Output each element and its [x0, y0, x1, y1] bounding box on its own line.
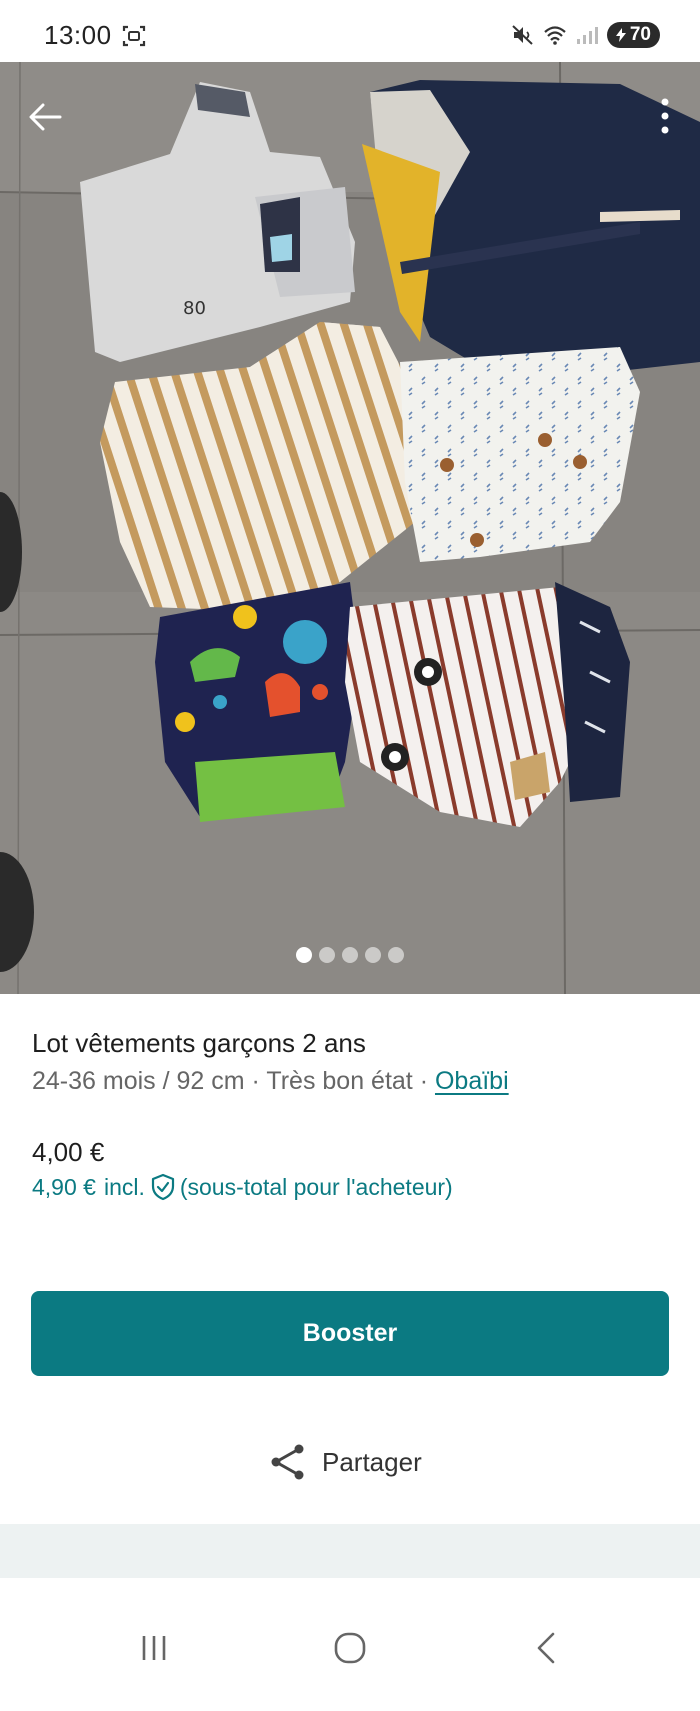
share-icon: [271, 1444, 304, 1480]
carousel-indicator: [0, 947, 700, 963]
incl-label: incl.: [103, 1173, 145, 1200]
price-incl-value: 4,90 €: [32, 1173, 96, 1200]
listing-meta: 24-36 mois / 92 cm · Très bon état · Oba…: [32, 1067, 509, 1096]
system-nav-bar: [0, 1578, 700, 1711]
recent-apps-button[interactable]: [124, 1628, 184, 1668]
charging-icon: [615, 28, 626, 42]
listing-price: 4,00 €: [32, 1137, 105, 1167]
signal-icon: [576, 27, 598, 44]
more-vertical-icon: [661, 98, 669, 134]
status-bar: 13:00 70: [0, 0, 700, 62]
battery-icon: 70: [606, 22, 660, 48]
back-button[interactable]: [22, 94, 68, 140]
product-photo-carousel[interactable]: 80: [0, 62, 700, 994]
buyer-protection-price[interactable]: 4,90 € incl. (sous-total pour l'acheteur…: [32, 1173, 453, 1201]
battery-level: 70: [629, 24, 651, 45]
carousel-dot-1[interactable]: [296, 947, 312, 963]
system-back-button[interactable]: [516, 1628, 576, 1668]
listing-condition: Très bon état: [266, 1067, 413, 1095]
chevron-left-icon: [537, 1632, 555, 1664]
listing-title: Lot vêtements garçons 2 ans: [32, 1028, 366, 1058]
carousel-dot-5[interactable]: [388, 947, 404, 963]
share-label: Partager: [322, 1446, 422, 1477]
arrow-left-icon: [29, 103, 62, 131]
section-divider: [0, 1524, 700, 1578]
home-icon: [334, 1632, 366, 1664]
screenshot-icon: [122, 25, 146, 47]
home-button[interactable]: [320, 1628, 380, 1668]
brand-link[interactable]: Obaïbi: [435, 1067, 509, 1095]
meta-separator: ·: [251, 1067, 260, 1095]
mute-icon: [512, 25, 533, 45]
recent-apps-icon: [142, 1636, 166, 1660]
carousel-dot-4[interactable]: [365, 947, 381, 963]
carousel-dot-2[interactable]: [319, 947, 335, 963]
share-button[interactable]: Partager: [268, 1442, 422, 1482]
booster-button[interactable]: Booster: [31, 1291, 669, 1376]
svg-text:80: 80: [183, 298, 206, 319]
status-time: 13:00: [44, 20, 112, 50]
carousel-dot-3[interactable]: [342, 947, 358, 963]
product-photo: 80: [0, 62, 700, 994]
more-options-button[interactable]: [648, 92, 682, 140]
meta-separator: ·: [419, 1067, 429, 1095]
listing-size: 24-36 mois / 92 cm: [32, 1067, 245, 1095]
buyer-note: (sous-total pour l'acheteur): [179, 1173, 453, 1200]
status-icons: 70: [511, 22, 660, 48]
wifi-icon: [544, 26, 566, 45]
shield-check-icon: [151, 1173, 174, 1201]
